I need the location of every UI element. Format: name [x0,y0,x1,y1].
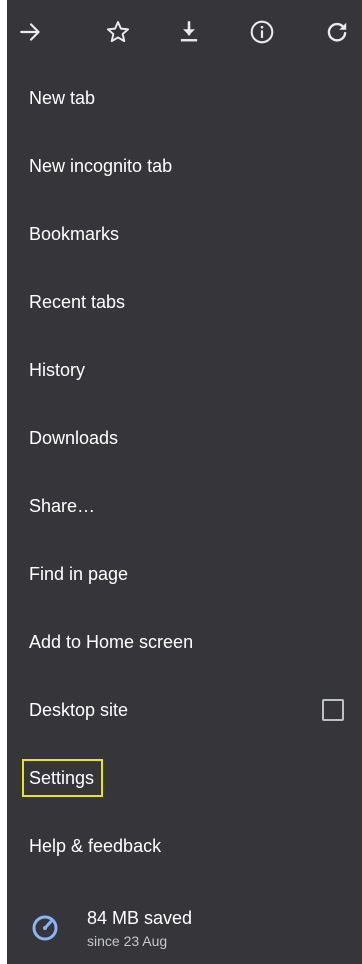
menu-item-label: History [29,359,86,380]
star-icon[interactable] [100,14,136,50]
menu-item-recent-tabs[interactable]: Recent tabs [7,268,362,336]
menu-item-downloads[interactable]: Downloads [7,404,362,472]
menu-item-label: Downloads [29,427,119,448]
menu-item-label: Add to Home screen [29,631,194,652]
menu-item-share[interactable]: Share… [7,472,362,540]
menu-item-history[interactable]: History [7,336,362,404]
menu-item-label: Recent tabs [29,291,126,312]
forward-arrow-icon[interactable] [13,14,49,50]
menu-item-label: New incognito tab [29,155,173,176]
download-icon[interactable] [171,14,207,50]
info-icon[interactable] [244,14,280,50]
menu-item-label: Help & feedback [29,835,162,856]
menu-item-help-feedback[interactable]: Help & feedback [7,812,362,880]
menu-item-new-tab[interactable]: New tab [7,64,362,132]
data-saved-since: since 23 Aug [87,933,168,949]
menu-item-settings[interactable]: Settings [7,744,362,812]
data-saved-amount: 84 MB saved [87,908,193,928]
menu-item-new-incognito-tab[interactable]: New incognito tab [7,132,362,200]
menu-item-add-to-home-screen[interactable]: Add to Home screen [7,608,362,676]
menu-toolbar [7,0,362,64]
desktop-site-checkbox[interactable] [322,699,344,721]
menu-item-label: New tab [29,87,96,108]
menu-item-label: Share… [29,495,96,516]
overflow-menu: New tab New incognito tab Bookmarks Rece… [7,0,362,964]
menu-item-bookmarks[interactable]: Bookmarks [7,200,362,268]
menu-item-label: Desktop site [29,699,129,720]
data-saver-summary[interactable]: 84 MB saved since 23 Aug [7,896,362,964]
menu-item-label: Settings [22,759,104,797]
menu-item-desktop-site[interactable]: Desktop site [7,676,362,744]
speedometer-icon [32,915,58,941]
menu-item-label: Find in page [29,563,129,584]
menu-item-find-in-page[interactable]: Find in page [7,540,362,608]
menu-item-label: Bookmarks [29,223,120,244]
reload-icon[interactable] [319,14,355,50]
